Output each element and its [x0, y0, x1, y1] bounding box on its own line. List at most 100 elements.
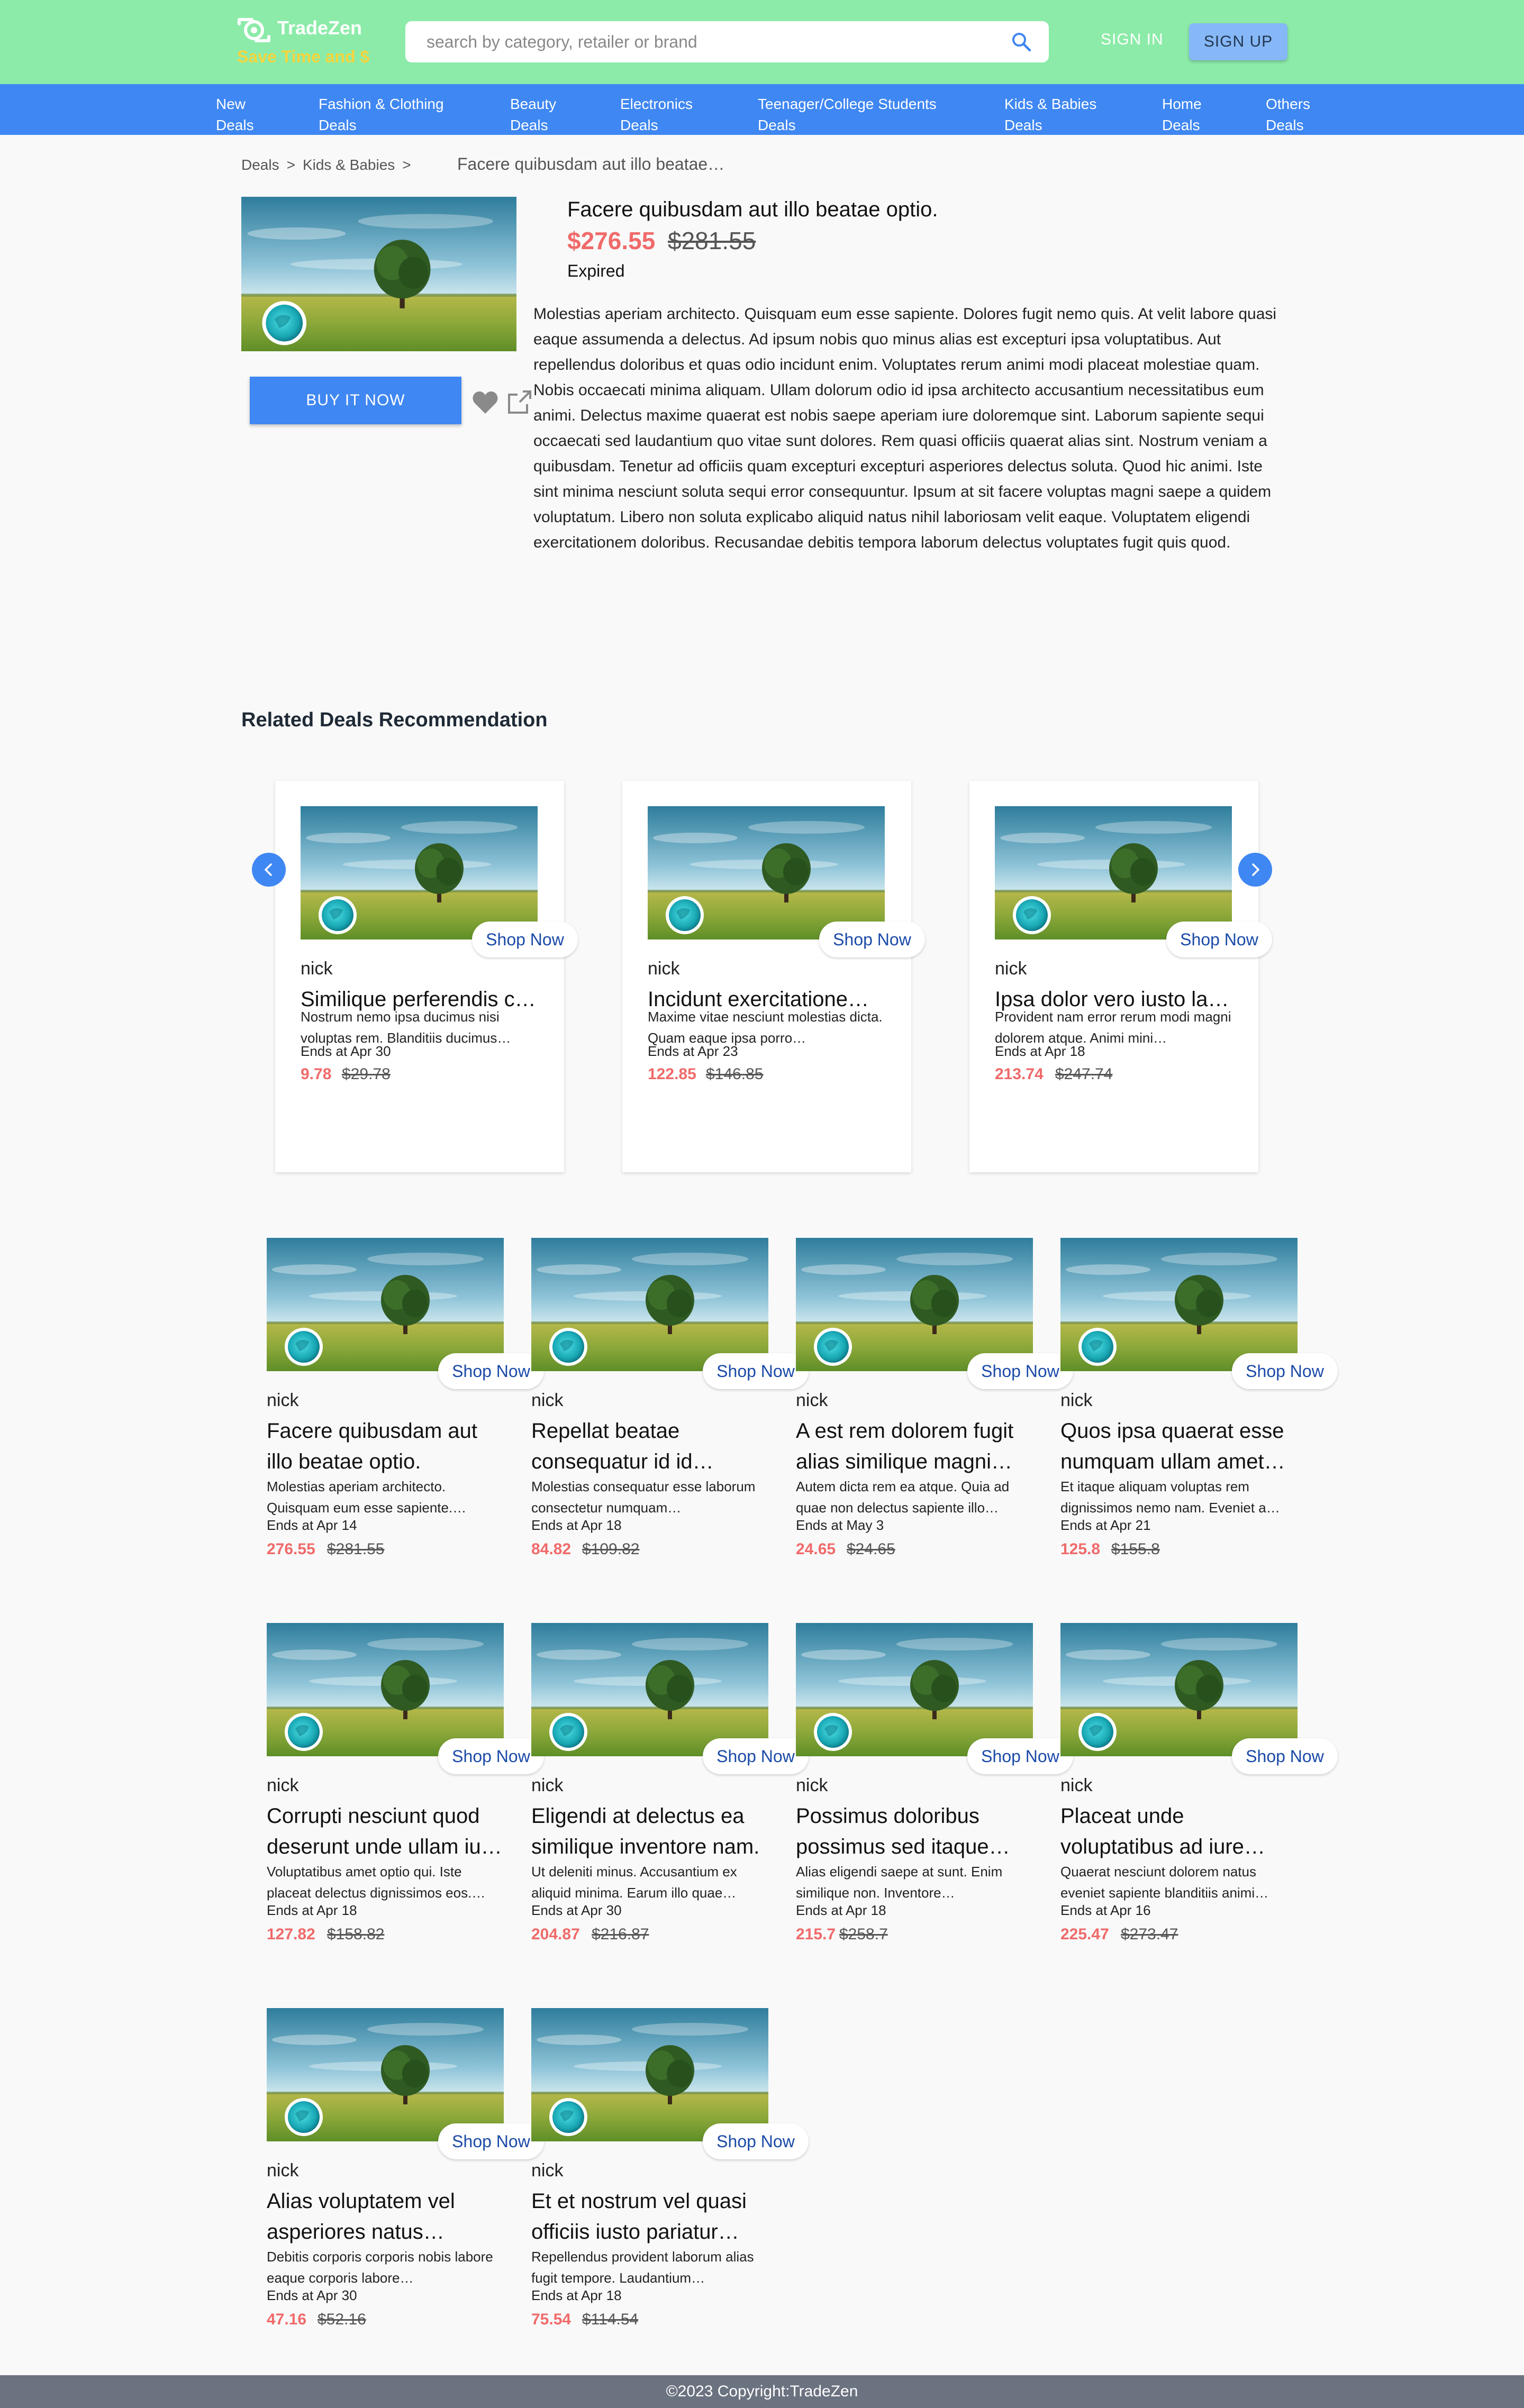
- deal-card[interactable]: Shop Now nick A est rem dolorem fugit al…: [796, 1238, 1073, 1558]
- deal-title[interactable]: Corrupti nesciunt quod deserunt unde ull…: [267, 1801, 504, 1862]
- product-price: $276.55: [567, 227, 656, 254]
- deal-end-date: Ends at May 3: [796, 1517, 884, 1533]
- deal-price: 24.65: [796, 1540, 836, 1558]
- nav-label-deals: Deals: [1162, 117, 1200, 133]
- footer-copyright: ©2023 Copyright:TradeZen: [0, 2375, 1524, 2408]
- sign-up-button[interactable]: SIGN UP: [1189, 23, 1287, 60]
- share-icon[interactable]: [507, 389, 532, 415]
- deal-card[interactable]: Shop Now nick Et et nostrum vel quasi of…: [531, 2008, 809, 2328]
- nav-beauty-deals[interactable]: Beauty Deals: [510, 94, 556, 136]
- deal-image[interactable]: [267, 1238, 504, 1371]
- deal-original-price: $273.47: [1121, 1926, 1178, 1943]
- deal-image[interactable]: [531, 2008, 768, 2141]
- deal-description: Ut deleniti minus. Accusantium ex aliqui…: [531, 1864, 737, 1901]
- deal-image[interactable]: [531, 1623, 768, 1756]
- nav-label: Kids & Babies: [1004, 96, 1097, 112]
- deal-price: 215.7: [796, 1926, 836, 1943]
- deal-card[interactable]: Shop Now nick Eligendi at delectus ea si…: [531, 1623, 809, 1943]
- deal-original-price: $281.55: [327, 1540, 385, 1558]
- nav-new-deals[interactable]: New Deals: [216, 94, 254, 136]
- breadcrumb-deals[interactable]: Deals: [241, 157, 279, 173]
- shop-now-button[interactable]: Shop Now: [1232, 1353, 1338, 1389]
- deal-title[interactable]: A est rem dolorem fugit alias similique …: [796, 1416, 1033, 1477]
- deal-title[interactable]: Quos ipsa quaerat esse numquam ullam ame…: [1060, 1416, 1298, 1477]
- carousel-deal-card[interactable]: Shop Now nick Incidunt exercitatione… Ma…: [648, 806, 925, 1083]
- carousel-next-button[interactable]: [1238, 853, 1272, 887]
- deal-user: nick: [267, 1390, 299, 1410]
- nav-others-deals[interactable]: Others Deals: [1266, 94, 1310, 136]
- carousel-prev-button[interactable]: [252, 853, 286, 887]
- shop-now-button[interactable]: Shop Now: [1166, 922, 1272, 957]
- deal-price: 276.55: [267, 1540, 315, 1558]
- deal-end-date: Ends at Apr 30: [267, 2287, 357, 2303]
- deal-image[interactable]: [1060, 1623, 1298, 1756]
- product-image: [241, 197, 516, 351]
- deal-card[interactable]: Shop Now nick Placeat unde voluptatibus …: [1060, 1623, 1338, 1943]
- deal-title[interactable]: Placeat unde voluptatibus ad iure…: [1060, 1801, 1298, 1862]
- nav-label-deals: Deals: [510, 117, 548, 133]
- deal-card[interactable]: Shop Now nick Corrupti nesciunt quod des…: [267, 1623, 544, 1943]
- brand-logo[interactable]: TradeZen Save Time and $: [235, 14, 388, 67]
- deal-title[interactable]: Facere quibusdam aut illo beatae optio.: [267, 1416, 504, 1477]
- deal-description: Repellendus provident laborum alias fugi…: [531, 2249, 754, 2286]
- shop-now-button[interactable]: Shop Now: [703, 2123, 809, 2159]
- deal-card[interactable]: Shop Now nick Alias voluptatem vel asper…: [267, 2008, 544, 2328]
- nav-fashion-deals[interactable]: Fashion & Clothing Deals: [319, 94, 444, 136]
- nav-label-deals: Deals: [620, 117, 658, 133]
- deal-image[interactable]: [796, 1623, 1033, 1756]
- carousel-deal-card[interactable]: Shop Now nick Similique perferendis c… N…: [301, 806, 578, 1083]
- nav-label-deals: Deals: [758, 117, 796, 133]
- shop-now-button[interactable]: Shop Now: [967, 1353, 1073, 1389]
- deal-title[interactable]: Alias voluptatem vel asperiores natus…: [267, 2186, 504, 2247]
- breadcrumb-kids-babies[interactable]: Kids & Babies: [303, 157, 395, 173]
- deal-description: Maxime vitae nesciunt molestias dicta. Q…: [648, 1009, 883, 1046]
- nav-label: New: [216, 96, 246, 112]
- deal-image[interactable]: [1060, 1238, 1298, 1371]
- shop-now-button[interactable]: Shop Now: [472, 922, 578, 957]
- search-input[interactable]: [427, 21, 987, 62]
- deal-card[interactable]: Shop Now nick Possimus doloribus possimu…: [796, 1623, 1073, 1943]
- nav-home-deals[interactable]: Home Deals: [1162, 94, 1202, 136]
- deal-end-date: Ends at Apr 14: [267, 1517, 357, 1533]
- nav-students-deals[interactable]: Teenager/College Students Deals: [758, 94, 937, 136]
- shop-now-button[interactable]: Shop Now: [438, 1738, 544, 1774]
- deal-image[interactable]: [648, 806, 885, 940]
- deal-image[interactable]: [995, 806, 1232, 940]
- deal-end-date: Ends at Apr 30: [531, 1902, 622, 1918]
- shop-now-button[interactable]: Shop Now: [703, 1353, 809, 1389]
- deal-price: 75.54: [531, 2311, 572, 2328]
- deal-image[interactable]: [267, 2008, 504, 2141]
- deal-card[interactable]: Shop Now nick Facere quibusdam aut illo …: [267, 1238, 544, 1558]
- deal-end-date: Ends at Apr 30: [301, 1043, 391, 1059]
- heart-icon[interactable]: [472, 390, 498, 415]
- buy-it-now-button[interactable]: BUY IT NOW: [250, 377, 461, 424]
- deal-title[interactable]: Et et nostrum vel quasi officiis iusto p…: [531, 2186, 768, 2247]
- deal-image[interactable]: [531, 1238, 768, 1371]
- deal-image[interactable]: [796, 1238, 1033, 1371]
- deal-end-date: Ends at Apr 18: [796, 1902, 886, 1918]
- deal-card[interactable]: Shop Now nick Quos ipsa quaerat esse num…: [1060, 1238, 1338, 1558]
- deal-original-price: $146.85: [706, 1065, 764, 1083]
- deal-price: 127.82: [267, 1926, 315, 1943]
- deal-title[interactable]: Eligendi at delectus ea similique invent…: [531, 1801, 768, 1862]
- deal-image[interactable]: [301, 806, 538, 940]
- deal-card[interactable]: Shop Now nick Repellat beatae consequatu…: [531, 1238, 809, 1558]
- nav-electronics-deals[interactable]: Electronics Deals: [620, 94, 693, 136]
- sign-in-link[interactable]: SIGN IN: [1101, 31, 1164, 49]
- deal-title[interactable]: Possimus doloribus possimus sed itaque…: [796, 1801, 1033, 1862]
- deal-user: nick: [531, 2160, 564, 2181]
- nav-kids-deals[interactable]: Kids & Babies Deals: [1004, 94, 1096, 136]
- shop-now-button[interactable]: Shop Now: [1232, 1738, 1338, 1774]
- search-icon[interactable]: [1011, 31, 1032, 52]
- deal-title[interactable]: Repellat beatae consequatur id id…: [531, 1416, 768, 1477]
- shop-now-button[interactable]: Shop Now: [703, 1738, 809, 1774]
- shop-now-button[interactable]: Shop Now: [438, 1353, 544, 1389]
- deal-image[interactable]: [267, 1623, 504, 1756]
- deal-end-date: Ends at Apr 16: [1060, 1902, 1151, 1918]
- shop-now-button[interactable]: Shop Now: [967, 1738, 1073, 1774]
- deal-original-price: $52.16: [318, 2311, 366, 2328]
- shop-now-button[interactable]: Shop Now: [438, 2123, 544, 2159]
- shop-now-button[interactable]: Shop Now: [819, 922, 925, 957]
- carousel-deal-card[interactable]: Shop Now nick Ipsa dolor vero iusto la… …: [995, 806, 1272, 1083]
- product-original-price: $281.55: [668, 227, 756, 254]
